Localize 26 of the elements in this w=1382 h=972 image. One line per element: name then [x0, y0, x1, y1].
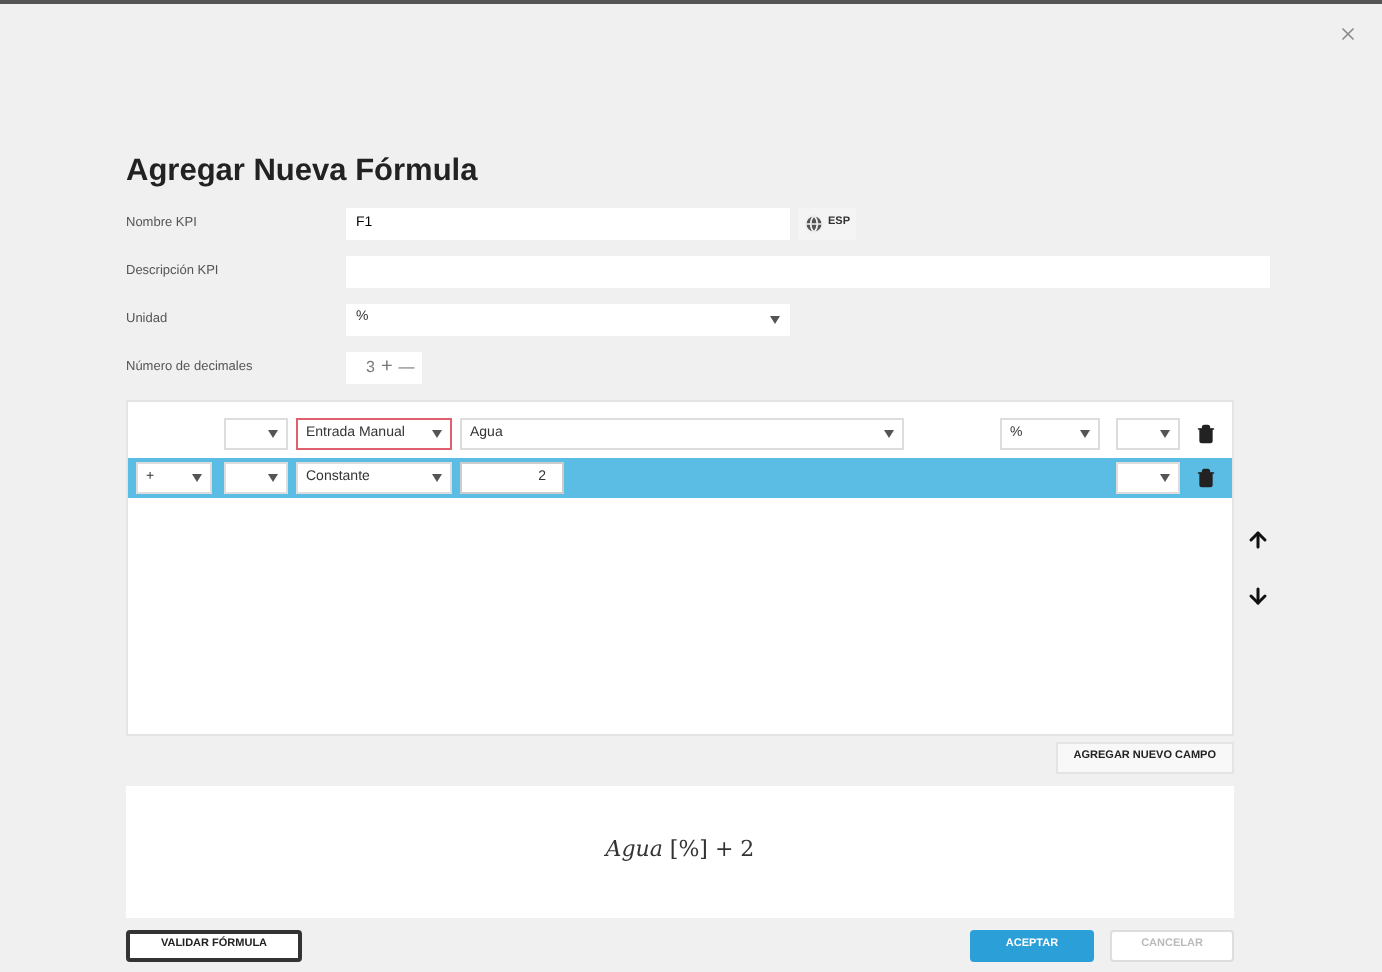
arrow-down-icon[interactable] [1246, 583, 1270, 607]
dropdown-field[interactable] [1116, 417, 1180, 449]
globe-icon [804, 213, 824, 233]
caret-icon [1160, 473, 1170, 481]
caret-icon [770, 315, 780, 323]
dialog-title: Agregar Nueva Fórmula [126, 156, 480, 187]
caret-icon [192, 473, 202, 481]
caret-icon [268, 429, 278, 437]
caret-icon [884, 429, 894, 437]
decimals-value: 3 [364, 355, 375, 379]
caret-icon [1160, 429, 1170, 437]
decrement-button[interactable]: — [398, 359, 415, 375]
caret-icon [432, 473, 442, 481]
caret-icon [1080, 429, 1090, 437]
close-button[interactable] [1338, 24, 1358, 44]
dropdown-field[interactable] [224, 417, 288, 449]
caret-icon [432, 429, 442, 437]
dropdown-field[interactable] [224, 461, 288, 493]
arrow-up-icon[interactable] [1246, 527, 1270, 551]
trash-icon[interactable] [1196, 467, 1216, 487]
caret-icon [268, 473, 278, 481]
dropdown-field[interactable] [1116, 461, 1180, 493]
trash-icon[interactable] [1196, 423, 1216, 443]
increment-button[interactable]: + [380, 357, 393, 377]
formula-preview: Agua [%] + 2 [605, 834, 755, 867]
close-icon [1338, 24, 1358, 44]
